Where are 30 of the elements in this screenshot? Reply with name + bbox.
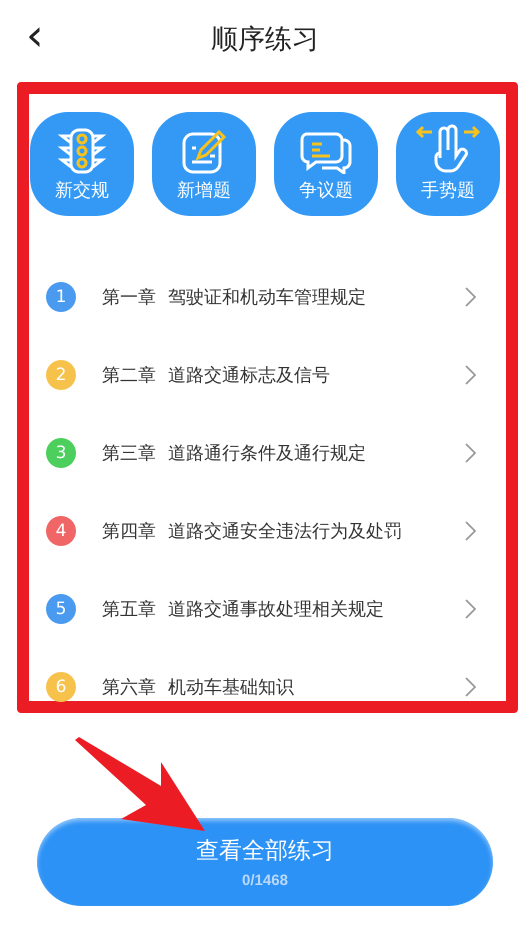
chevron-right-icon <box>465 599 476 619</box>
chapter-label: 第二章 <box>102 364 156 387</box>
page-title: 顺序练习 <box>211 23 319 57</box>
chapter-label: 第五章 <box>102 598 156 621</box>
chevron-right-icon <box>465 443 476 463</box>
chapter-title[interactable]: 道路交通标志及信号 <box>168 363 465 387</box>
chapter-number-badge: 5 <box>46 594 76 624</box>
chapter-label: 第一章 <box>102 286 156 309</box>
chevron-right-icon <box>465 365 476 385</box>
note-pencil-icon <box>180 128 228 174</box>
chapter-title[interactable]: 机动车基础知识 <box>168 675 465 699</box>
chapter-number-badge: 6 <box>46 672 76 702</box>
chapter-number-badge: 3 <box>46 438 76 468</box>
chevron-right-icon <box>465 677 476 697</box>
chapter-label: 第六章 <box>102 676 156 699</box>
chapter-title[interactable]: 道路交通事故处理相关规定 <box>168 597 465 621</box>
progress-count: 0/1468 <box>242 872 288 889</box>
traffic-light-icon <box>56 128 108 174</box>
chapter-title[interactable]: 驾驶证和机动车管理规定 <box>168 285 465 309</box>
back-button[interactable]: ‹ <box>20 14 50 58</box>
chapter-label: 第四章 <box>102 520 156 543</box>
chapter-number-badge: 2 <box>46 360 76 390</box>
chapter-label: 第三章 <box>102 442 156 465</box>
chapter-number-badge: 4 <box>46 516 76 546</box>
chevron-right-icon <box>465 287 476 307</box>
chapter-title[interactable]: 道路通行条件及通行规定 <box>168 441 465 465</box>
chevron-right-icon <box>465 521 476 541</box>
chapter-title[interactable]: 道路交通安全违法行为及处罚 <box>168 519 465 543</box>
two-finger-hand-icon <box>416 124 480 174</box>
chapter-number-badge: 1 <box>46 282 76 312</box>
